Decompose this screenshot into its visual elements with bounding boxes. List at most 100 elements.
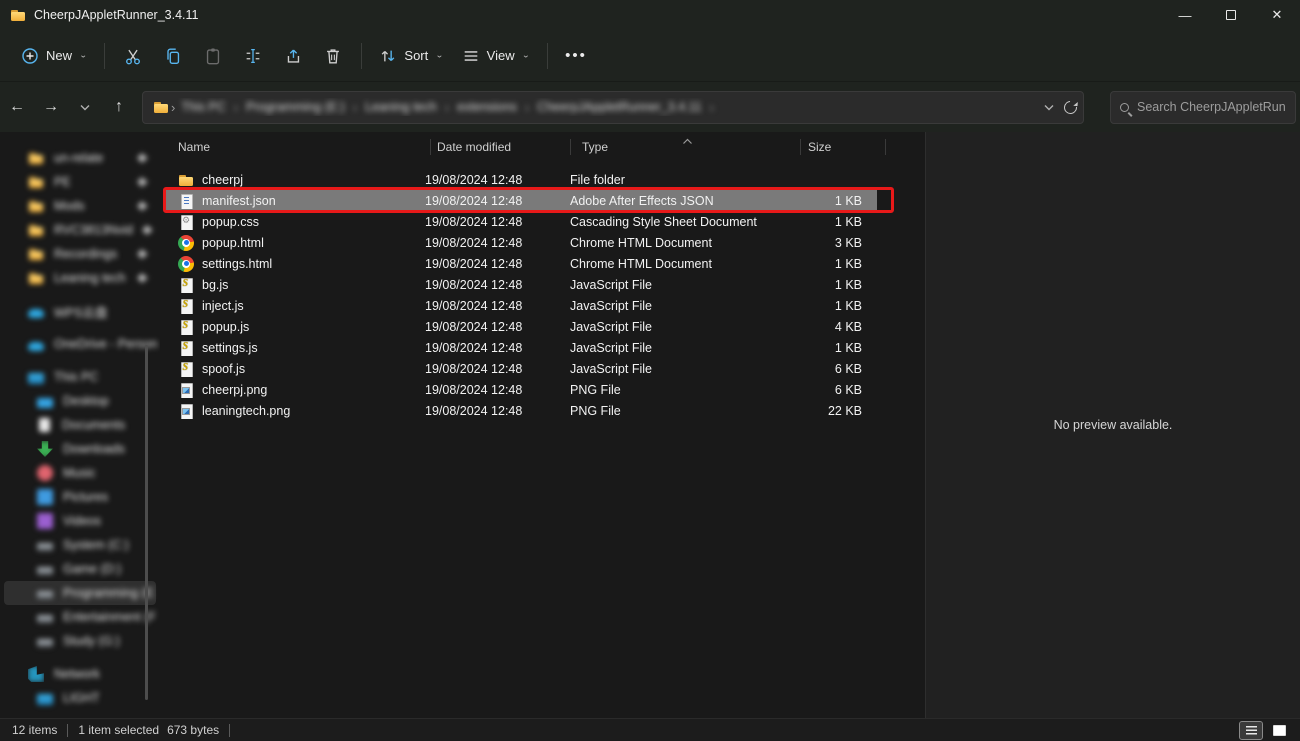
sidebar-item-videos[interactable]: Videos <box>4 509 156 533</box>
column-header-name[interactable]: Name <box>160 140 430 154</box>
pin-icon <box>136 248 147 259</box>
sidebar-item-music[interactable]: Music <box>4 461 156 485</box>
file-row-settings-js[interactable]: settings.js19/08/2024 12:48JavaScript Fi… <box>166 337 877 358</box>
sidebar-item-un-relate[interactable]: un-relate <box>4 146 156 170</box>
search-box[interactable] <box>1110 91 1296 124</box>
sidebar-item-rvc3813nvid[interactable]: RVC3813Nvid <box>4 218 156 242</box>
sidebar-item-pictures[interactable]: Pictures <box>4 485 156 509</box>
search-input[interactable] <box>1137 100 1286 114</box>
new-button[interactable]: New ⌄ <box>12 38 96 74</box>
column-divider[interactable] <box>570 139 571 155</box>
details-view-icon <box>1246 726 1257 735</box>
sidebar-item-study-g-[interactable]: Study (G:) <box>4 629 156 653</box>
cut-button[interactable] <box>113 38 153 74</box>
file-name: bg.js <box>202 278 228 292</box>
sidebar-item-desktop[interactable]: Desktop <box>4 389 156 413</box>
file-row-popup-js[interactable]: popup.js19/08/2024 12:48JavaScript File4… <box>166 316 877 337</box>
maximize-button[interactable] <box>1208 0 1254 30</box>
sidebar-item-downloads[interactable]: Downloads <box>4 437 156 461</box>
close-button[interactable]: ✕ <box>1254 0 1300 30</box>
sidebar-item-network[interactable]: Network <box>4 662 156 686</box>
sidebar-item-pe[interactable]: PE <box>4 170 156 194</box>
file-type: JavaScript File <box>558 278 788 292</box>
pin-icon <box>136 152 147 163</box>
ellipsis-icon: ••• <box>565 51 587 61</box>
js-file-icon <box>178 277 194 293</box>
sidebar-item-this-pc[interactable]: This PC <box>4 365 156 389</box>
column-divider[interactable] <box>430 139 431 155</box>
up-button[interactable]: ↑ <box>102 90 136 124</box>
toolbar: New ⌄ Sort ⌄ View ⌄ <box>0 30 1300 82</box>
preview-message: No preview available. <box>1054 418 1173 432</box>
copy-button[interactable] <box>153 38 193 74</box>
paste-icon <box>203 46 223 66</box>
file-date-modified: 19/08/2024 12:48 <box>418 215 558 229</box>
file-row-cheerpj[interactable]: cheerpj19/08/2024 12:48File folder <box>166 169 877 190</box>
column-header-date-modified[interactable]: Date modified <box>430 140 570 154</box>
breadcrumb-item[interactable]: CheerpJAppletRunner_3.4.11 <box>533 98 705 116</box>
sidebar-item-onedrive-person[interactable]: OneDrive - Person <box>4 332 156 356</box>
file-row-settings-html[interactable]: settings.html19/08/2024 12:48Chrome HTML… <box>166 253 877 274</box>
selection-count: 1 item selected <box>78 723 159 737</box>
file-type: JavaScript File <box>558 362 788 376</box>
delete-button[interactable] <box>313 38 353 74</box>
file-row-bg-js[interactable]: bg.js19/08/2024 12:48JavaScript File1 KB <box>166 274 877 295</box>
large-thumbnails-view-button[interactable] <box>1268 722 1290 739</box>
breadcrumb-item[interactable]: Leaning tech <box>361 98 441 116</box>
sidebar-item-mods[interactable]: Mods <box>4 194 156 218</box>
sidebar-item-label: This PC <box>54 370 98 384</box>
file-type: PNG File <box>558 383 788 397</box>
chevron-down-icon: ⌄ <box>522 51 530 60</box>
rename-button[interactable] <box>233 38 273 74</box>
share-button[interactable] <box>273 38 313 74</box>
file-size: 1 KB <box>788 278 865 292</box>
view-button[interactable]: View ⌄ <box>453 38 539 74</box>
file-row-popup-html[interactable]: popup.html19/08/2024 12:48Chrome HTML Do… <box>166 232 877 253</box>
sidebar-item-light[interactable]: LIGHT <box>4 686 156 710</box>
sidebar-scrollbar[interactable] <box>145 345 148 700</box>
file-size: 6 KB <box>788 383 865 397</box>
breadcrumb-item[interactable]: extensions <box>453 98 521 116</box>
file-name: cheerpj <box>202 173 243 187</box>
breadcrumb-separator: › <box>443 100 451 115</box>
sidebar-item-system-c-[interactable]: System (C:) <box>4 533 156 557</box>
file-row-popup-css[interactable]: popup.css19/08/2024 12:48Cascading Style… <box>166 211 877 232</box>
sidebar-item-game-d-[interactable]: Game (D:) <box>4 557 156 581</box>
file-name: cheerpj.png <box>202 383 267 397</box>
file-row-cheerpj-png[interactable]: cheerpj.png19/08/2024 12:48PNG File6 KB <box>166 379 877 400</box>
png-file-icon <box>178 403 194 419</box>
column-header-size[interactable]: Size <box>800 140 885 154</box>
breadcrumb-item[interactable]: Programming (E:) <box>242 98 349 116</box>
sidebar-item-wps-[interactable]: WPS云盘 <box>4 299 156 323</box>
refresh-icon[interactable] <box>1061 98 1079 116</box>
file-rows: cheerpj19/08/2024 12:48File foldermanife… <box>160 162 925 421</box>
file-row-spoof-js[interactable]: spoof.js19/08/2024 12:48JavaScript File6… <box>166 358 877 379</box>
paste-button[interactable] <box>193 38 233 74</box>
more-options-button[interactable]: ••• <box>556 38 596 74</box>
details-view-button[interactable] <box>1240 722 1262 739</box>
file-row-manifest-json[interactable]: manifest.json19/08/2024 12:48Adobe After… <box>166 190 877 211</box>
sidebar-item-label: Mods <box>54 199 85 213</box>
sort-button[interactable]: Sort ⌄ <box>370 38 452 74</box>
sidebar-item-programming-e[interactable]: Programming (E <box>4 581 156 605</box>
minimize-button[interactable]: — <box>1162 0 1208 30</box>
address-dropdown-chevron[interactable] <box>1044 98 1054 116</box>
sidebar-item-entertainment-f[interactable]: Entertainment (F <box>4 605 156 629</box>
file-explorer-window: CheerpJAppletRunner_3.4.11 — ✕ New ⌄ <box>0 0 1300 741</box>
file-name: spoof.js <box>202 362 245 376</box>
file-date-modified: 19/08/2024 12:48 <box>418 404 558 418</box>
forward-button[interactable]: → <box>34 90 68 124</box>
address-bar[interactable]: › This PC›Programming (E:)›Leaning tech›… <box>142 91 1084 124</box>
column-divider[interactable] <box>800 139 801 155</box>
list-header: Name Date modified Type Size <box>160 132 925 162</box>
back-button[interactable]: ← <box>0 90 34 124</box>
file-row-leaningtech-png[interactable]: leaningtech.png19/08/2024 12:48PNG File2… <box>166 400 877 421</box>
recent-locations-chevron[interactable] <box>68 90 102 124</box>
drive-icon <box>37 543 53 551</box>
sidebar-item-documents[interactable]: Documents <box>4 413 156 437</box>
sidebar-item-leaning-tech[interactable]: Leaning tech <box>4 266 156 290</box>
column-divider[interactable] <box>885 139 886 155</box>
breadcrumb-item[interactable]: This PC <box>177 98 229 116</box>
file-row-inject-js[interactable]: inject.js19/08/2024 12:48JavaScript File… <box>166 295 877 316</box>
sidebar-item-recordings[interactable]: Recordings <box>4 242 156 266</box>
